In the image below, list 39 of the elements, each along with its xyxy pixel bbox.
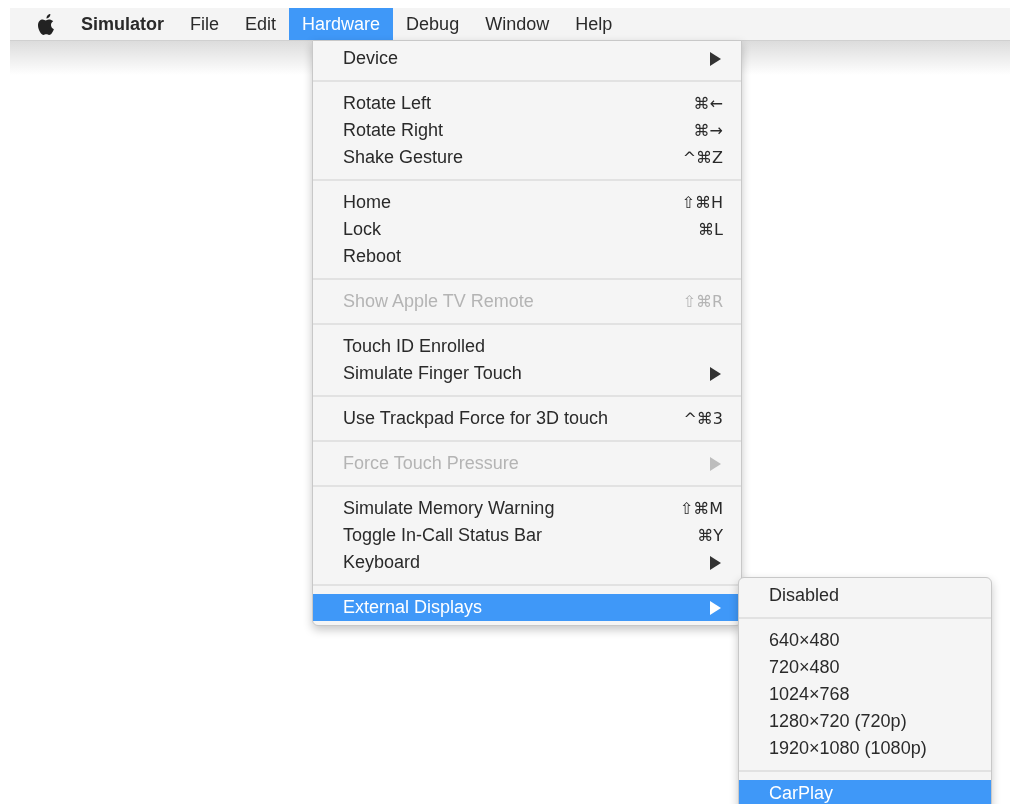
- keyboard-shortcut: ^⌘3: [683, 409, 723, 428]
- menu-item[interactable]: 1024×768: [739, 681, 991, 708]
- menu-title[interactable]: Help: [562, 8, 626, 40]
- app-menu-title[interactable]: Simulator: [68, 8, 177, 40]
- keyboard-shortcut: ⌘Y: [697, 526, 723, 545]
- menu-item[interactable]: Keyboard: [313, 549, 741, 576]
- menu-item[interactable]: Simulate Finger Touch: [313, 360, 741, 387]
- keyboard-shortcut: ^⌘Z: [682, 148, 723, 167]
- menu-item[interactable]: Reboot: [313, 243, 741, 270]
- menu-item[interactable]: Rotate Left ⌘←: [313, 90, 741, 117]
- menu-item[interactable]: Disabled: [739, 582, 991, 609]
- menu-item[interactable]: Lock ⌘L: [313, 216, 741, 243]
- menu-item[interactable]: Simulate Memory Warning ⇧⌘M: [313, 495, 741, 522]
- submenu-arrow-icon: [709, 456, 721, 471]
- menu-item[interactable]: Touch ID Enrolled: [313, 333, 741, 360]
- menu-item[interactable]: 720×480: [739, 654, 991, 681]
- menu-item[interactable]: 640×480: [739, 627, 991, 654]
- menu-title[interactable]: Window: [472, 8, 563, 40]
- submenu-arrow-icon: [709, 51, 721, 66]
- menu-item[interactable]: Home ⇧⌘H: [313, 189, 741, 216]
- keyboard-shortcut: ⇧⌘R: [682, 292, 723, 311]
- keyboard-shortcut: ⌘←: [693, 94, 723, 113]
- keyboard-shortcut: ⌘L: [698, 220, 723, 239]
- keyboard-shortcut: ⇧⌘M: [679, 499, 723, 518]
- submenu-arrow-icon: [709, 555, 721, 570]
- submenu-arrow-icon: [709, 366, 721, 381]
- menu-item[interactable]: Use Trackpad Force for 3D touch ^⌘3: [313, 405, 741, 432]
- menu-title[interactable]: Edit: [232, 8, 290, 40]
- menu-title[interactable]: File: [177, 8, 233, 40]
- keyboard-shortcut: ⌘→: [693, 121, 723, 140]
- apple-logo-icon: [38, 13, 56, 35]
- menu-item[interactable]: 1280×720 (720p): [739, 708, 991, 735]
- menu-title[interactable]: Debug: [393, 8, 473, 40]
- menu-item[interactable]: Rotate Right ⌘→: [313, 117, 741, 144]
- submenu-arrow-icon: [709, 600, 721, 615]
- menu-item[interactable]: Shake Gesture ^⌘Z: [313, 144, 741, 171]
- keyboard-shortcut: ⇧⌘H: [681, 193, 723, 212]
- menu-item[interactable]: Toggle In-Call Status Bar ⌘Y: [313, 522, 741, 549]
- menu-item[interactable]: 1920×1080 (1080p): [739, 735, 991, 762]
